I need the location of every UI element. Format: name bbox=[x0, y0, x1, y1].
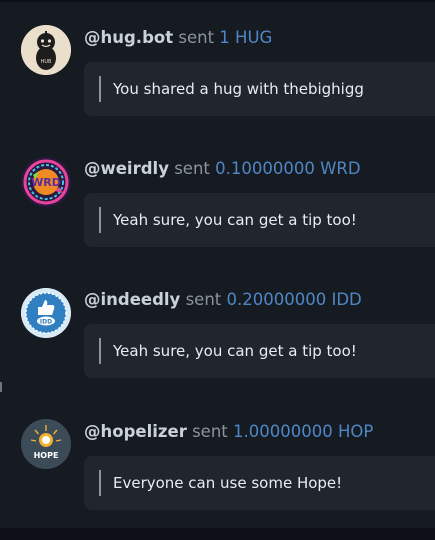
message-bubble: Yeah sure, you can get a tip too! bbox=[84, 193, 435, 247]
sender-handle[interactable]: @indeedly bbox=[84, 290, 180, 309]
svg-text:IDD: IDD bbox=[40, 319, 52, 326]
hug-bot-avatar-icon[interactable]: HUB bbox=[21, 25, 71, 75]
tip-amount: 1 HUG bbox=[219, 28, 273, 47]
tip-amount: 0.20000000 IDD bbox=[226, 290, 362, 309]
message-header: @indeedly sent 0.20000000 IDD bbox=[84, 288, 362, 312]
message-bubble: You shared a hug with thebighigg bbox=[84, 62, 435, 116]
message-text: You shared a hug with thebighigg bbox=[113, 80, 364, 98]
quote-bar bbox=[99, 338, 101, 364]
quote-bar bbox=[99, 470, 101, 496]
feed-message: WRD @weirdly sent 0.10000000 WRD Yeah su… bbox=[0, 131, 435, 251]
indeedly-avatar-icon[interactable]: IDD bbox=[21, 288, 71, 338]
sender-handle[interactable]: @weirdly bbox=[84, 159, 169, 178]
message-header: @hug.bot sent 1 HUG bbox=[84, 26, 272, 50]
feed-message: HUB @hug.bot sent 1 HUG You shared a hug… bbox=[0, 0, 435, 120]
svg-text:WRD: WRD bbox=[31, 176, 61, 189]
sent-verb: sent bbox=[174, 159, 210, 178]
tip-amount: 0.10000000 WRD bbox=[215, 159, 361, 178]
message-text: Everyone can use some Hope! bbox=[113, 474, 343, 492]
sender-handle[interactable]: @hopelizer bbox=[84, 422, 187, 441]
scroll-edge-marker bbox=[0, 382, 2, 392]
sent-verb: sent bbox=[192, 422, 228, 441]
svg-text:HUB: HUB bbox=[41, 59, 52, 65]
svg-text:HOPE: HOPE bbox=[34, 451, 59, 460]
sent-verb: sent bbox=[185, 290, 222, 309]
sender-handle[interactable]: @hug.bot bbox=[84, 28, 173, 47]
bottom-bar bbox=[0, 528, 435, 540]
message-text: Yeah sure, you can get a tip too! bbox=[113, 342, 357, 360]
feed-message: IDD @indeedly sent 0.20000000 IDD Yeah s… bbox=[0, 262, 435, 382]
message-bubble: Yeah sure, you can get a tip too! bbox=[84, 324, 435, 378]
message-text: Yeah sure, you can get a tip too! bbox=[113, 211, 357, 229]
quote-bar bbox=[99, 76, 101, 102]
weirdly-avatar-icon[interactable]: WRD bbox=[21, 157, 71, 207]
message-header: @hopelizer sent 1.00000000 HOP bbox=[84, 420, 373, 444]
message-bubble: Everyone can use some Hope! bbox=[84, 456, 435, 510]
feed-message: HOPE @hopelizer sent 1.00000000 HOP Ever… bbox=[0, 394, 435, 514]
message-header: @weirdly sent 0.10000000 WRD bbox=[84, 157, 361, 181]
quote-bar bbox=[99, 207, 101, 233]
sent-verb: sent bbox=[178, 28, 215, 47]
hopelizer-avatar-icon[interactable]: HOPE bbox=[21, 419, 71, 469]
tip-amount: 1.00000000 HOP bbox=[233, 422, 374, 441]
